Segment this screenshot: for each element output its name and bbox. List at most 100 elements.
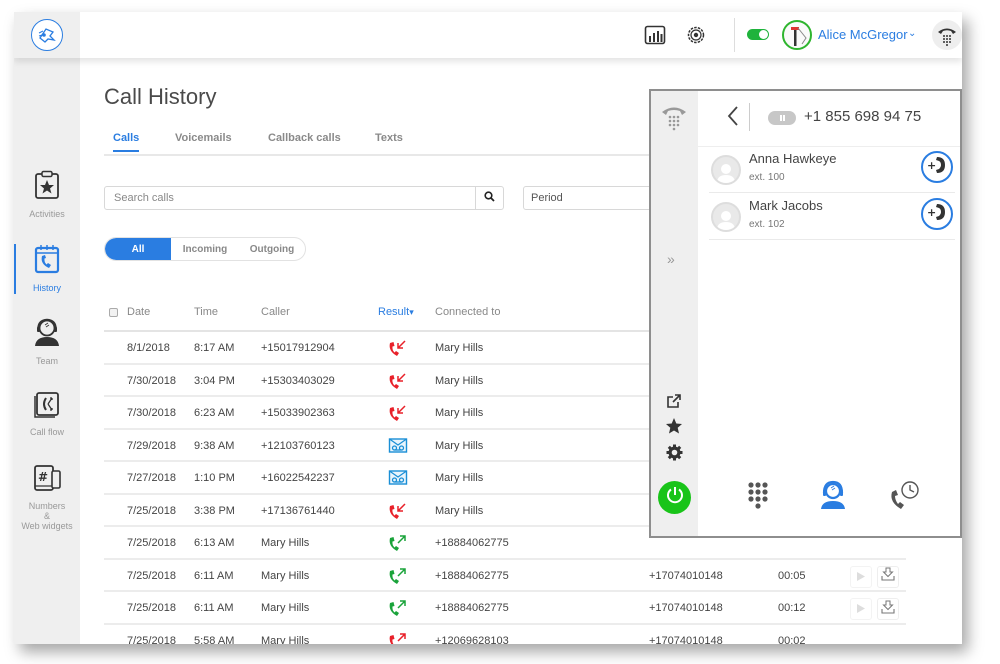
cell-duration: 00:12	[778, 602, 806, 614]
col-connected-to[interactable]: Connected to	[435, 306, 500, 318]
period-label: Period	[531, 192, 563, 204]
table-row[interactable]: 7/25/2018 6:11 AM Mary Hills +18884062775 +1…	[104, 560, 906, 592]
cell-caller: Mary Hills	[261, 634, 310, 645]
hold-button[interactable]	[768, 111, 796, 125]
sidebar-item-history[interactable]: History	[14, 244, 80, 310]
filter-incoming[interactable]: Incoming	[171, 238, 239, 260]
agents-icon[interactable]	[817, 479, 849, 511]
contact-ext: ext. 102	[749, 219, 785, 230]
cell-time: 6:23 AM	[194, 407, 235, 419]
col-caller[interactable]: Caller	[261, 306, 290, 318]
svg-text:+: +	[927, 206, 936, 219]
cell-time: 5:58 AM	[194, 634, 235, 645]
col-result[interactable]: Result▾	[378, 306, 414, 318]
contact-item[interactable]: Anna Hawkeye ext. 100 +	[709, 147, 955, 193]
cell-caller: +17136761440	[261, 504, 335, 517]
avatar	[711, 155, 741, 185]
play-icon	[857, 600, 865, 618]
svg-text:+: +	[927, 159, 936, 172]
outgoing-call-icon	[388, 534, 408, 552]
transfer-call-button[interactable]: +	[921, 198, 953, 230]
transfer-call-button[interactable]: +	[921, 151, 953, 183]
cell-connected-to: Mary Hills	[435, 472, 484, 484]
missed-call-icon	[388, 339, 408, 357]
avatar	[711, 202, 741, 232]
hash-devices-icon: #	[33, 464, 61, 497]
play-recording-button[interactable]	[850, 598, 872, 620]
power-button[interactable]	[658, 481, 691, 514]
tab-texts[interactable]: Texts	[375, 132, 403, 150]
sidebar-item-call-flow[interactable]: Call flow	[14, 390, 80, 456]
power-icon	[665, 485, 685, 510]
external-link-icon[interactable]	[660, 387, 688, 415]
table-row[interactable]: 7/25/2018 6:11 AM Mary Hills +18884062775 +1…	[104, 592, 906, 625]
phone-dialpad-icon[interactable]	[932, 20, 962, 50]
transfer-phone-icon: +	[926, 154, 948, 181]
gear-icon[interactable]	[660, 438, 688, 466]
cell-caller: +15303403029	[261, 374, 335, 387]
back-button[interactable]	[726, 105, 740, 133]
period-select[interactable]: Period ▼	[523, 186, 664, 210]
cell-time: 3:38 PM	[194, 504, 235, 517]
sidebar-item-team[interactable]: Team	[14, 317, 80, 383]
download-recording-button[interactable]	[877, 598, 899, 620]
expand-button[interactable]: »	[667, 251, 675, 267]
widget-header: +1 855 698 94 75	[698, 91, 960, 147]
cell-connected-to: Mary Hills	[435, 439, 484, 452]
sidebar-item-label: Call flow	[29, 427, 64, 437]
filter-outgoing[interactable]: Outgoing	[239, 238, 305, 260]
missed-call-icon	[388, 502, 408, 520]
status-toggle[interactable]	[747, 29, 769, 40]
cell-number: +17074010148	[649, 569, 723, 582]
chevron-down-icon[interactable]: ⌄	[908, 28, 916, 39]
cell-date: 7/29/2018	[127, 439, 176, 452]
sidebar-item-activities[interactable]: Activities	[14, 170, 80, 236]
gear-icon[interactable]	[683, 22, 709, 48]
tab-voicemails[interactable]: Voicemails	[175, 132, 232, 150]
cell-caller: Mary Hills	[261, 602, 310, 614]
col-date[interactable]: Date	[127, 306, 150, 318]
cell-time: 6:11 AM	[194, 602, 234, 614]
search-button[interactable]	[475, 187, 503, 209]
bar-chart-icon[interactable]	[642, 22, 668, 48]
download-recording-button[interactable]	[877, 565, 899, 588]
missed-call-icon	[388, 372, 408, 390]
voicemail-icon	[388, 469, 408, 487]
cell-number: +17074010148	[649, 602, 723, 614]
cell-time: 6:13 AM	[194, 537, 235, 549]
tab-calls[interactable]: Calls	[113, 132, 140, 152]
search-input[interactable]	[105, 187, 475, 209]
play-recording-button[interactable]	[850, 565, 872, 588]
user-name[interactable]: Alice McGregor	[818, 27, 908, 42]
parrot-logo-icon[interactable]	[31, 19, 63, 51]
col-time[interactable]: Time	[194, 306, 218, 318]
direction-filter: All Incoming Outgoing	[104, 237, 306, 261]
tab-callback-calls[interactable]: Callback calls	[268, 132, 341, 150]
table-row[interactable]: 7/25/2018 5:58 AM Mary Hills +12069628103 +1…	[104, 625, 906, 645]
cell-caller: +15017912904	[261, 342, 335, 354]
user-avatar[interactable]	[782, 20, 812, 50]
phone-dialpad-icon[interactable]	[660, 103, 688, 131]
sidebar-item-numbers-web-widgets[interactable]: # Numbers & Web widgets	[14, 464, 80, 531]
search-box	[104, 186, 504, 210]
search-icon	[484, 189, 495, 207]
label-line: Web widgets	[21, 521, 73, 531]
widget-sidebar: »	[651, 91, 698, 536]
cell-date: 7/25/2018	[127, 537, 176, 549]
call-history-icon[interactable]	[889, 479, 921, 511]
label-line: Numbers	[28, 501, 66, 511]
cell-connected-to: +18884062775	[435, 602, 509, 614]
star-icon[interactable]	[660, 412, 688, 440]
cell-caller: Mary Hills	[261, 537, 310, 549]
voicemail-icon	[388, 437, 408, 455]
cell-date: 7/25/2018	[127, 634, 176, 645]
contact-item[interactable]: Mark Jacobs ext. 102 +	[709, 194, 955, 240]
filter-all[interactable]: All	[105, 238, 171, 260]
cell-connected-to: +18884062775	[435, 537, 509, 549]
cell-time: 6:11 AM	[194, 569, 234, 582]
cell-connected-to: Mary Hills	[435, 407, 484, 419]
svg-text:#: #	[38, 470, 48, 484]
dialpad-icon[interactable]	[742, 479, 774, 511]
transfer-phone-icon: +	[926, 201, 948, 228]
select-all-checkbox[interactable]	[109, 308, 118, 317]
